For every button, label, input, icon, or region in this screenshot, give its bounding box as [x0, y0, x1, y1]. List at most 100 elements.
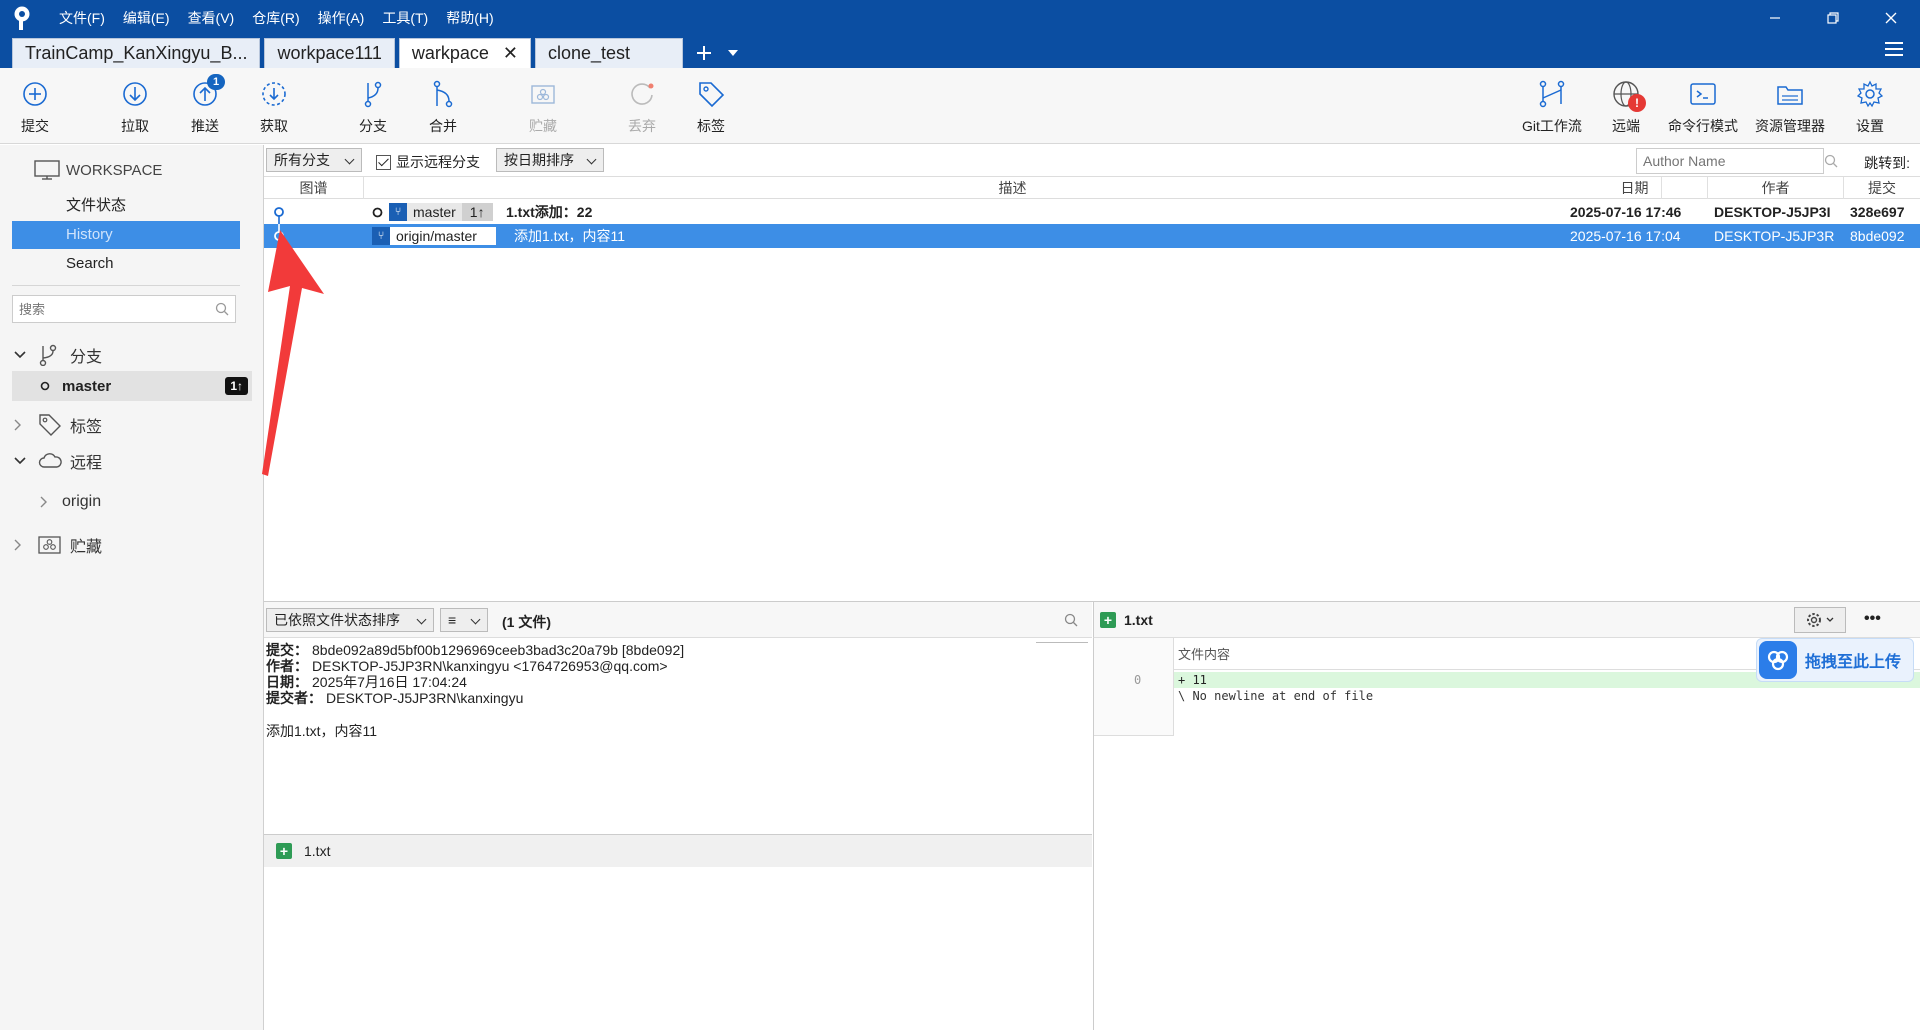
more-options-icon[interactable]: ••• [1864, 610, 1881, 628]
menu-tools[interactable]: 工具(T) [373, 0, 437, 36]
menu-view[interactable]: 查看(V) [179, 0, 244, 36]
remotes-label: 远程 [70, 455, 103, 472]
menu-repository[interactable]: 仓库(R) [243, 0, 308, 36]
file-name: 1.txt [304, 843, 331, 859]
restore-button[interactable] [1804, 0, 1862, 36]
menu-file[interactable]: 文件(F) [50, 0, 114, 36]
column-commit[interactable]: 提交 [1844, 177, 1920, 199]
tab-bar: TrainCamp_KanXingyu_B... workpace111 war… [0, 36, 1920, 68]
upload-label: 拖拽至此上传 [1805, 654, 1902, 671]
annotation-arrow-icon [262, 230, 324, 476]
merge-button[interactable]: 合并 [409, 78, 477, 138]
branch-icon [38, 344, 64, 366]
hamburger-menu-icon[interactable] [1884, 40, 1906, 62]
new-tab-button[interactable] [687, 38, 721, 68]
remote-item-origin[interactable]: origin [40, 493, 101, 511]
search-icon[interactable] [1064, 613, 1078, 627]
menu-help[interactable]: 帮助(H) [437, 0, 502, 36]
push-label: 推送 [191, 118, 219, 134]
current-branch-icon [40, 381, 50, 391]
chevron-down-icon [14, 457, 28, 465]
tags-section-header[interactable]: 标签 [14, 411, 102, 439]
commit-history-table: 图谱 描述 日期 作者 提交 ⑂ master 1↑ 1.txt添加：22 20… [264, 177, 1920, 602]
file-list-item[interactable]: + 1.txt [264, 835, 1092, 867]
tab-clone-test[interactable]: clone_test [535, 38, 683, 68]
file-view-dropdown[interactable]: ≡ [440, 608, 488, 632]
column-date[interactable]: 日期 [1562, 177, 1708, 199]
diff-options-button[interactable] [1794, 607, 1846, 633]
show-remote-branches-checkbox[interactable]: 显示远程分支 [376, 152, 480, 172]
minimize-button[interactable] [1746, 0, 1804, 36]
sidebar-item-file-status[interactable]: 文件状态 [12, 191, 240, 221]
tab-dropdown-icon[interactable] [721, 38, 745, 68]
remote-button[interactable]: ! 远端 [1592, 78, 1660, 138]
author-filter-input[interactable] [1643, 153, 1824, 169]
discard-button[interactable]: 丢弃 [608, 78, 676, 138]
jump-to-label[interactable]: 跳转到: [1864, 153, 1910, 173]
fetch-label: 获取 [260, 118, 288, 134]
sidebar-item-history[interactable]: History [12, 221, 240, 249]
branch-ref-icon: ⑂ [389, 203, 407, 221]
remote-alert-badge: ! [1628, 94, 1646, 112]
line-number: 0 [1134, 673, 1142, 687]
sidebar-search-box[interactable] [12, 295, 236, 323]
remote-name: origin [62, 493, 102, 510]
sidebar-item-search[interactable]: Search [12, 249, 240, 279]
sort-order-dropdown[interactable]: 按日期排序 [496, 148, 604, 172]
commit-row-selected[interactable]: ⑂ origin/master 添加1.txt，内容11 2025-07-16 … [264, 224, 1920, 248]
close-window-button[interactable] [1862, 0, 1920, 36]
stash-button[interactable]: 贮藏 [509, 78, 577, 138]
author-filter-box[interactable] [1636, 148, 1838, 174]
remote-ref-tag[interactable]: ⑂ origin/master [372, 227, 496, 245]
file-sort-dropdown[interactable]: 已依照文件状态排序 [266, 608, 434, 632]
branch-item-master[interactable]: master 1↑ [12, 371, 252, 401]
terminal-icon [1687, 78, 1719, 110]
window-controls [1746, 0, 1920, 36]
commit-label: 提交 [21, 118, 49, 134]
settings-button[interactable]: 设置 [1836, 78, 1904, 138]
sidebar: WORKSPACE 文件状态 History Search 分支 master … [0, 145, 264, 1030]
date-value: 2025年7月16日 17:04:24 [312, 674, 467, 690]
search-icon [1824, 154, 1838, 168]
menu-edit[interactable]: 编辑(E) [114, 0, 179, 36]
branch-ref-tag[interactable]: ⑂ master 1↑ [389, 203, 493, 221]
tags-label: 标签 [70, 419, 103, 436]
commit-button[interactable]: 提交 [1, 78, 69, 138]
fetch-button[interactable]: 获取 [240, 78, 308, 138]
tab-warkpace[interactable]: warkpace ✕ [398, 38, 531, 68]
tab-traincamp[interactable]: TrainCamp_KanXingyu_B... [12, 38, 261, 68]
sidebar-search-input[interactable] [19, 301, 215, 317]
menu-actions[interactable]: 操作(A) [309, 0, 374, 36]
diff-view: 0 文件内容 + 11 \ No newline at end of file [1093, 638, 1920, 1030]
commit-author: DESKTOP-J5JP3R [1714, 228, 1835, 244]
gitflow-button[interactable]: Git工作流 [1516, 78, 1588, 138]
drag-upload-widget[interactable]: 拖拽至此上传 [1756, 638, 1914, 682]
gitflow-label: Git工作流 [1522, 118, 1582, 134]
all-branches-dropdown[interactable]: 所有分支 [266, 148, 362, 172]
show-remote-label: 显示远程分支 [396, 154, 480, 170]
tab-close-icon[interactable]: ✕ [503, 43, 518, 64]
push-count-badge: 1 [207, 74, 225, 90]
commit-description: 添加1.txt，内容11 [514, 228, 625, 244]
tag-button[interactable]: 标签 [677, 78, 745, 138]
ahead-count-badge: 1↑ [225, 377, 248, 395]
gear-icon [1806, 612, 1822, 628]
column-description[interactable]: 描述 [364, 177, 1662, 199]
push-button[interactable]: 1 推送 [171, 74, 239, 138]
workspace-title: WORKSPACE [66, 161, 163, 179]
terminal-button[interactable]: 命令行模式 [1665, 78, 1741, 138]
column-graph[interactable]: 图谱 [264, 177, 364, 199]
commit-row[interactable]: ⑂ master 1↑ 1.txt添加：22 2025-07-16 17:46 … [264, 200, 1920, 236]
monitor-icon [34, 159, 60, 181]
tab-workpace111[interactable]: workpace111 [264, 38, 395, 68]
stash-icon [527, 78, 559, 110]
remotes-section-header[interactable]: 远程 [14, 447, 102, 475]
branch-label: 分支 [359, 118, 387, 134]
branches-section-header[interactable]: 分支 [14, 341, 102, 369]
branch-button[interactable]: 分支 [339, 78, 407, 138]
stashes-section-header[interactable]: 贮藏 [14, 531, 102, 559]
explorer-button[interactable]: 资源管理器 [1752, 78, 1828, 138]
stash-label: 贮藏 [529, 118, 557, 134]
column-author[interactable]: 作者 [1708, 177, 1844, 199]
pull-button[interactable]: 拉取 [101, 78, 169, 138]
